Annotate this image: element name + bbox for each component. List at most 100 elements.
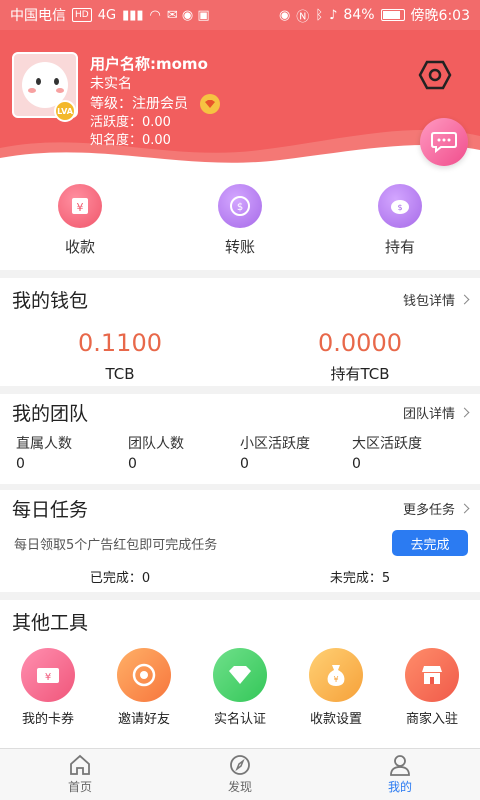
avatar-cheek xyxy=(56,88,64,93)
tasks-done: 已完成：0 xyxy=(89,570,151,586)
nav-mine[interactable]: 我的 xyxy=(320,749,480,800)
team-stat-value: 0 xyxy=(16,456,25,472)
wallet-held-unit: 持有TCB xyxy=(330,365,390,383)
chat-bubble-icon[interactable] xyxy=(420,118,468,166)
holdings-button[interactable]: $ 持有 xyxy=(320,170,480,270)
receive-button[interactable]: ¥ 收款 xyxy=(0,170,160,270)
more-tasks-label: 更多任务 xyxy=(402,502,455,518)
wifi-icon: ◠ xyxy=(149,7,161,23)
svg-text:$: $ xyxy=(237,202,243,213)
signal-icon: ▮▮▮ xyxy=(122,7,144,23)
nav-discover[interactable]: 发现 xyxy=(160,749,320,800)
team-stat: 团队人数 0 xyxy=(128,434,240,474)
invite-friends-button[interactable]: 邀请好友 xyxy=(96,648,192,727)
go-complete-button[interactable]: 去完成 xyxy=(392,530,468,556)
fame-value: 知名度：0.00 xyxy=(90,133,171,148)
avatar-eye xyxy=(36,78,41,85)
bottom-nav: 首页 发现 我的 xyxy=(0,748,480,800)
task-description: 每日领取5个广告红包即可完成任务 xyxy=(14,537,218,553)
network-label: 4G xyxy=(97,7,117,23)
nav-home[interactable]: 首页 xyxy=(0,749,160,800)
profile-header: LVA 用户名称:momo 未实名 等级：注册会员 活跃度：0.00 知名度：0… xyxy=(0,30,480,170)
team-stat-value: 0 xyxy=(128,456,137,472)
nav-label: 我的 xyxy=(387,780,412,794)
team-title: 我的团队 xyxy=(12,402,89,425)
chevron-right-icon xyxy=(459,503,470,513)
daily-task-title: 每日任务 xyxy=(12,498,89,521)
tools-header: 其他工具 xyxy=(0,600,480,642)
transfer-icon: $ xyxy=(218,183,262,228)
team-details-label: 团队详情 xyxy=(402,406,455,422)
activity-value: 活跃度：0.00 xyxy=(90,115,171,130)
team-stat: 小区活跃度 0 xyxy=(240,434,352,474)
vip-icon xyxy=(200,94,220,114)
team-stat-label: 团队人数 xyxy=(128,436,184,452)
payment-settings-button[interactable]: ¥ 收款设置 xyxy=(288,648,384,727)
real-name-auth-button[interactable]: 实名认证 xyxy=(192,648,288,727)
daily-task-section: 每日任务 更多任务 每日领取5个广告红包即可完成任务 去完成 已完成：0 未完成… xyxy=(0,490,480,592)
user-info: 用户名称:momo 未实名 等级：注册会员 活跃度：0.00 知名度：0.00 xyxy=(90,54,220,150)
wallet-title: 我的钱包 xyxy=(12,289,89,312)
team-details-link[interactable]: 团队详情 xyxy=(402,403,470,422)
piggy-bank-icon: $ xyxy=(378,183,422,228)
carrier-label: 中国电信 xyxy=(10,8,66,24)
team-stat-value: 0 xyxy=(352,456,361,472)
transfer-label: 转账 xyxy=(224,237,255,256)
tools-title: 其他工具 xyxy=(12,611,89,634)
settings-icon[interactable] xyxy=(418,58,452,92)
nav-label: 发现 xyxy=(227,780,252,794)
team-stat-label: 小区活跃度 xyxy=(240,436,310,452)
wallet-details-label: 钱包详情 xyxy=(402,293,455,309)
aperture-icon xyxy=(117,648,171,702)
tool-label: 商家入驻 xyxy=(405,712,458,727)
diamond-icon xyxy=(213,648,267,702)
team-stat-label: 大区活跃度 xyxy=(352,436,422,452)
team-stats: 直属人数 0 团队人数 0 小区活跃度 0 大区活跃度 0 xyxy=(0,430,480,474)
wallet-held-value: 0.0000 xyxy=(318,329,402,357)
wallet-details-link[interactable]: 钱包详情 xyxy=(402,290,470,309)
receive-label: 收款 xyxy=(64,237,95,256)
svg-text:¥: ¥ xyxy=(45,672,51,683)
team-stat: 大区活跃度 0 xyxy=(352,434,464,474)
svg-text:$: $ xyxy=(397,203,402,212)
wallet-tcb-value: 0.1100 xyxy=(78,329,162,357)
wallet-held-tcb[interactable]: 0.0000 持有TCB xyxy=(240,326,480,388)
tool-label: 收款设置 xyxy=(309,712,362,727)
home-icon xyxy=(70,754,90,775)
level-badge: LVA xyxy=(54,100,76,122)
tool-label: 我的卡券 xyxy=(21,712,74,727)
notification-icons: ✉ ◉ ▣ xyxy=(166,7,210,23)
wallet-header: 我的钱包 钱包详情 xyxy=(0,278,480,320)
team-stat-value: 0 xyxy=(240,456,249,472)
battery-icon xyxy=(380,9,405,21)
user-name: 用户名称:momo xyxy=(90,55,208,73)
tools-row: ¥ 我的卡券 邀请好友 实名认证 ¥ 收款设置 商家入驻 xyxy=(0,642,480,727)
more-tasks-link[interactable]: 更多任务 xyxy=(402,499,470,518)
daily-task-header: 每日任务 更多任务 xyxy=(0,490,480,526)
coupon-icon: ¥ xyxy=(21,648,75,702)
compass-icon xyxy=(230,755,250,775)
my-coupons-button[interactable]: ¥ 我的卡券 xyxy=(0,648,96,727)
svg-text:¥: ¥ xyxy=(77,201,84,214)
wallet-tcb-unit: TCB xyxy=(105,365,135,383)
tool-label: 邀请好友 xyxy=(117,712,170,727)
wallet-section: 我的钱包 钱包详情 0.1100 TCB 0.0000 持有TCB xyxy=(0,278,480,386)
tasks-undone: 未完成：5 xyxy=(329,570,391,586)
team-stat-label: 直属人数 xyxy=(16,436,72,452)
merchant-join-button[interactable]: 商家入驻 xyxy=(384,648,480,727)
nav-label: 首页 xyxy=(67,780,92,794)
wallet-tcb[interactable]: 0.1100 TCB xyxy=(0,326,240,388)
avatar-cheek xyxy=(28,88,36,93)
verify-status: 未实名 xyxy=(90,76,132,92)
money-bag-icon: ¥ xyxy=(309,648,363,702)
user-icon xyxy=(390,755,410,776)
member-level: 等级：注册会员 xyxy=(90,96,188,112)
eye-icon: ◉ xyxy=(278,7,291,23)
clock: 傍晚6:03 xyxy=(410,8,470,24)
hd-badge: HD xyxy=(72,8,92,22)
task-stats: 已完成：0 未完成：5 xyxy=(0,560,480,592)
status-bar: 中国电信 HD 4G ▮▮▮ ◠ ✉ ◉ ▣ ◉ Ⓝ ᛒ ♪ 84% 傍晚6:0… xyxy=(0,0,480,30)
team-header: 我的团队 团队详情 xyxy=(0,394,480,430)
bluetooth-icon: ᛒ xyxy=(315,7,324,23)
transfer-button[interactable]: $ 转账 xyxy=(160,170,320,270)
